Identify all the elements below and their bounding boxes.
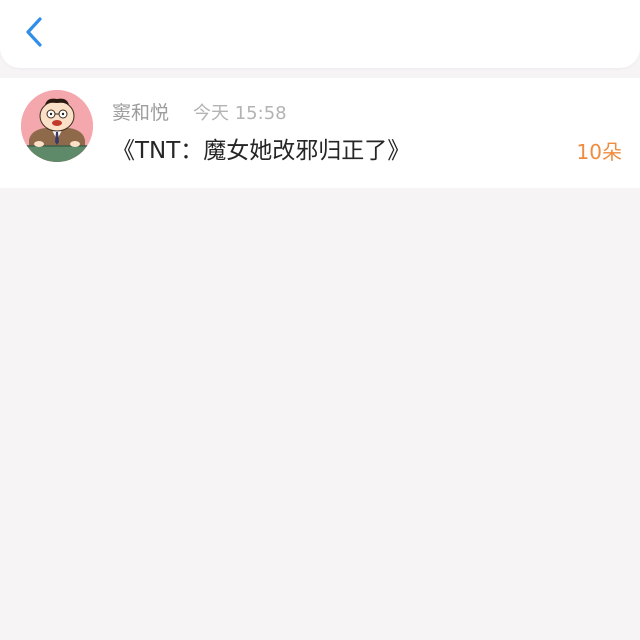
cartoon-avatar-icon — [21, 90, 93, 162]
back-button[interactable] — [14, 10, 54, 54]
chevron-left-icon — [26, 17, 42, 47]
avatar[interactable] — [21, 90, 93, 162]
sender-name: 窦和悦 — [112, 102, 170, 124]
flower-count: 10朵 — [576, 140, 622, 164]
message-list-item[interactable]: 窦和悦 今天 15:58 《TNT：魔女她改邪归正了》 10朵 — [0, 78, 640, 188]
message-time: 今天 15:58 — [193, 103, 287, 124]
page: 窦和悦 今天 15:58 《TNT：魔女她改邪归正了》 10朵 — [0, 0, 640, 640]
message-title: 《TNT：魔女她改邪归正了》 — [112, 138, 411, 164]
top-navigation-bar — [0, 0, 640, 68]
